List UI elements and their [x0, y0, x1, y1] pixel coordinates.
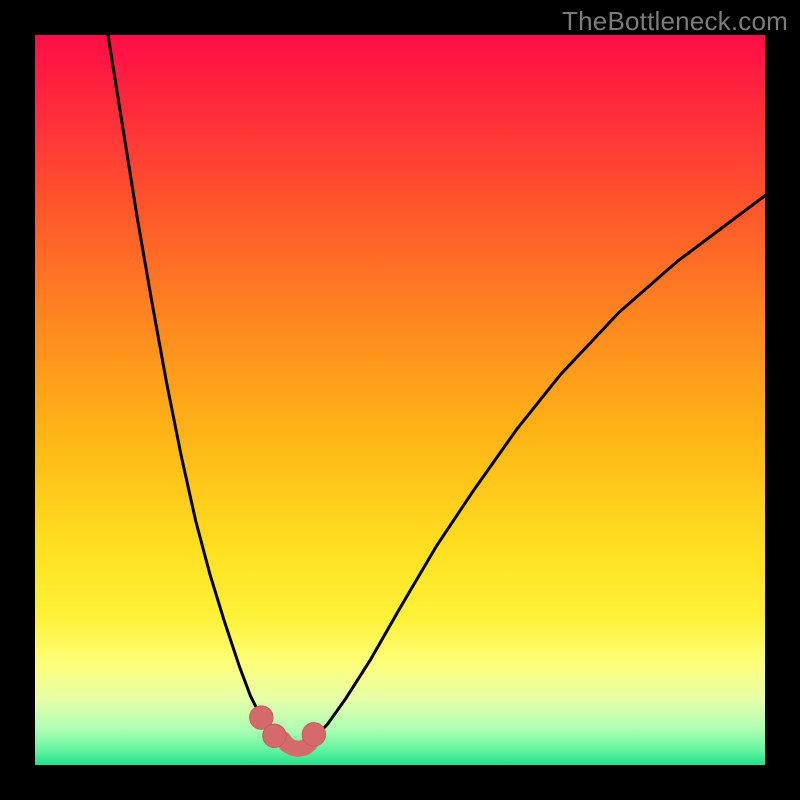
valley-marker-1 [263, 724, 286, 747]
chart-svg [35, 35, 765, 765]
plot-area [35, 35, 765, 765]
watermark-text: TheBottleneck.com [562, 6, 788, 37]
valley-marker-2 [302, 723, 325, 746]
chart-stage: TheBottleneck.com [0, 0, 800, 800]
gradient-background [35, 35, 765, 765]
